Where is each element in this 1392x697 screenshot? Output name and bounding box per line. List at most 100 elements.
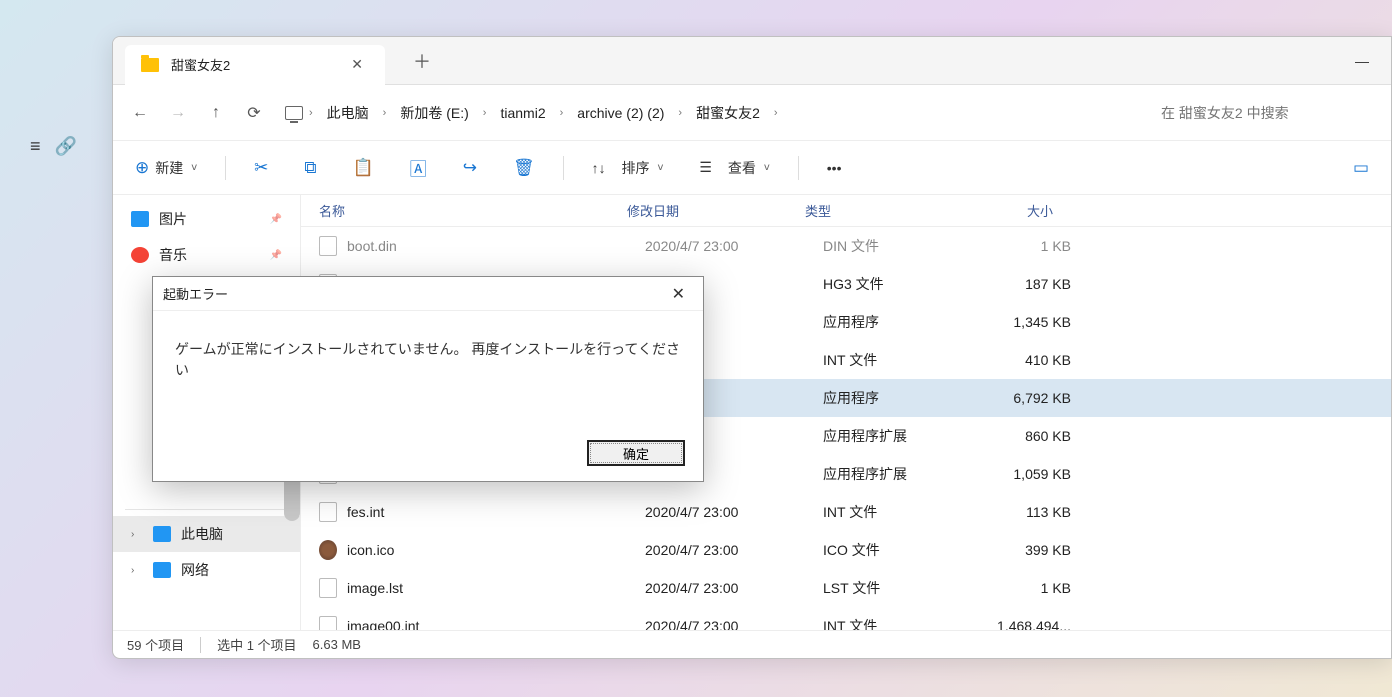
view-icon: ☰ bbox=[699, 159, 712, 176]
file-size: 1 KB bbox=[971, 238, 1071, 254]
file-type: INT 文件 bbox=[823, 350, 971, 370]
crumb-folder2[interactable]: archive (2) (2) bbox=[569, 101, 672, 125]
minimize-button[interactable]: — bbox=[1345, 47, 1379, 75]
dialog-message: ゲームが正常にインストールされていません。 再度インストールを行ってください bbox=[153, 311, 703, 425]
tab-active[interactable]: 甜蜜女友2 ✕ bbox=[125, 45, 385, 85]
status-count: 59 个项目 bbox=[127, 635, 184, 654]
file-size: 399 KB bbox=[971, 542, 1071, 558]
more-button[interactable]: ••• bbox=[819, 154, 850, 182]
file-row[interactable]: image00.int2020/4/7 23:00INT 文件1,468,494… bbox=[301, 607, 1391, 630]
folder-icon bbox=[141, 58, 159, 72]
sort-indicator-icon: ˆ bbox=[479, 195, 482, 203]
command-toolbar: ⊕新建ⅴ ✂ ⧉ 📋 🄰 ↪ 🗑 ↑↓ 排序ⅴ ☰ 查看ⅴ ••• ▭ bbox=[113, 141, 1391, 195]
file-size: 187 KB bbox=[971, 276, 1071, 292]
file-name: boot.din bbox=[347, 238, 645, 254]
link-icon[interactable]: 🔗 bbox=[55, 136, 77, 158]
ok-button[interactable]: 确定 bbox=[587, 440, 685, 466]
crumb-drive[interactable]: 新加卷 (E:) bbox=[392, 99, 476, 127]
file-date: 2020/4/7 23:00 bbox=[645, 618, 823, 630]
file-size: 113 KB bbox=[971, 504, 1071, 520]
file-name: image.lst bbox=[347, 580, 645, 596]
back-button[interactable]: ← bbox=[123, 96, 157, 130]
view-button[interactable]: ☰ 查看ⅴ bbox=[691, 152, 777, 184]
file-date: 2020/4/7 23:00 bbox=[645, 542, 823, 558]
error-dialog: 起動エラー ✕ ゲームが正常にインストールされていません。 再度インストールを行… bbox=[152, 276, 704, 482]
file-date: 2020/4/7 23:00 bbox=[645, 580, 823, 596]
file-type: 应用程序 bbox=[823, 388, 971, 408]
chevron-right-icon[interactable]: › bbox=[131, 529, 143, 540]
pc-icon bbox=[285, 106, 303, 120]
sidebar-item-network[interactable]: ›网络 bbox=[113, 552, 300, 588]
file-icon bbox=[319, 540, 337, 560]
network-icon bbox=[153, 562, 171, 578]
chevron-down-icon: ⅴ bbox=[191, 162, 197, 173]
copy-button[interactable]: ⧉ bbox=[296, 152, 324, 184]
file-type: 应用程序扩展 bbox=[823, 464, 971, 484]
file-row[interactable]: icon.ico2020/4/7 23:00ICO 文件399 KB bbox=[301, 531, 1391, 569]
details-pane-button[interactable]: ▭ bbox=[1345, 152, 1377, 184]
pictures-icon bbox=[131, 211, 149, 227]
chevron-right-icon[interactable]: › bbox=[131, 565, 143, 576]
file-row[interactable]: image.lst2020/4/7 23:00LST 文件1 KB bbox=[301, 569, 1391, 607]
file-size: 410 KB bbox=[971, 352, 1071, 368]
dialog-title-text: 起動エラー bbox=[163, 284, 228, 303]
file-icon bbox=[319, 502, 337, 522]
file-icon bbox=[319, 578, 337, 598]
file-name: image00.int bbox=[347, 618, 645, 630]
background-app-toolbar: ≡ 🔗 bbox=[0, 136, 110, 158]
cut-button[interactable]: ✂ bbox=[246, 152, 276, 184]
plus-circle-icon: ⊕ bbox=[135, 158, 149, 178]
chevron-right-icon: › bbox=[479, 107, 491, 119]
chevron-right-icon: › bbox=[770, 107, 782, 119]
dialog-titlebar[interactable]: 起動エラー ✕ bbox=[153, 277, 703, 311]
file-type: HG3 文件 bbox=[823, 274, 971, 294]
file-size: 1,345 KB bbox=[971, 314, 1071, 330]
paste-button[interactable]: 📋 bbox=[345, 152, 382, 184]
column-date[interactable]: 修改日期 bbox=[627, 201, 805, 220]
chevron-right-icon: › bbox=[674, 107, 686, 119]
sort-icon: ↑↓ bbox=[592, 160, 606, 176]
crumb-folder1[interactable]: tianmi2 bbox=[492, 101, 553, 125]
forward-button[interactable]: → bbox=[161, 96, 195, 130]
column-name[interactable]: 名称 bbox=[319, 201, 627, 220]
search-input[interactable] bbox=[1149, 94, 1381, 132]
window-controls: — bbox=[1345, 47, 1379, 75]
tab-title: 甜蜜女友2 bbox=[171, 55, 333, 74]
file-size: 6,792 KB bbox=[971, 390, 1071, 406]
list-icon[interactable]: ≡ bbox=[30, 136, 41, 158]
up-button[interactable]: ↑ bbox=[199, 96, 233, 130]
sidebar-item-music[interactable]: 音乐 bbox=[113, 237, 300, 273]
new-tab-button[interactable]: ＋ bbox=[405, 44, 439, 78]
status-selected: 选中 1 个项目 bbox=[217, 635, 296, 654]
file-size: 1,468,494... bbox=[971, 618, 1071, 630]
sort-button[interactable]: ↑↓ 排序ⅴ bbox=[584, 152, 672, 184]
titlebar: 甜蜜女友2 ✕ ＋ — bbox=[113, 37, 1391, 85]
file-type: INT 文件 bbox=[823, 502, 971, 522]
file-size: 860 KB bbox=[971, 428, 1071, 444]
delete-button[interactable]: 🗑 bbox=[505, 152, 543, 184]
file-row[interactable]: boot.din2020/4/7 23:00DIN 文件1 KB bbox=[301, 227, 1391, 265]
sidebar-item-thispc[interactable]: ›此电脑 bbox=[113, 516, 300, 552]
chevron-right-icon: › bbox=[305, 107, 317, 119]
column-headers: ˆ 名称 修改日期 类型 大小 bbox=[301, 195, 1391, 227]
column-type[interactable]: 类型 bbox=[805, 201, 953, 220]
column-size[interactable]: 大小 bbox=[953, 201, 1053, 220]
file-name: icon.ico bbox=[347, 542, 645, 558]
rename-button[interactable]: 🄰 bbox=[402, 149, 435, 186]
tab-close-button[interactable]: ✕ bbox=[345, 54, 369, 75]
chevron-down-icon: ⅴ bbox=[764, 162, 770, 173]
file-size: 1,059 KB bbox=[971, 466, 1071, 482]
refresh-button[interactable]: ⟳ bbox=[237, 96, 271, 130]
dialog-close-button[interactable]: ✕ bbox=[664, 282, 693, 306]
new-button[interactable]: ⊕新建ⅴ bbox=[127, 152, 205, 184]
file-row[interactable]: fes.int2020/4/7 23:00INT 文件113 KB bbox=[301, 493, 1391, 531]
sidebar-item-pictures[interactable]: 图片 bbox=[113, 201, 300, 237]
share-button[interactable]: ↪ bbox=[455, 152, 485, 184]
crumb-thispc[interactable]: 此电脑 bbox=[319, 99, 377, 127]
file-type: LST 文件 bbox=[823, 578, 971, 598]
chevron-down-icon: ⅴ bbox=[657, 162, 663, 173]
crumb-folder3[interactable]: 甜蜜女友2 bbox=[688, 99, 768, 127]
file-date: 2020/4/7 23:00 bbox=[645, 238, 823, 254]
breadcrumb: › 此电脑 › 新加卷 (E:) › tianmi2 › archive (2)… bbox=[275, 94, 1145, 132]
file-date: 2020/4/7 23:00 bbox=[645, 504, 823, 520]
